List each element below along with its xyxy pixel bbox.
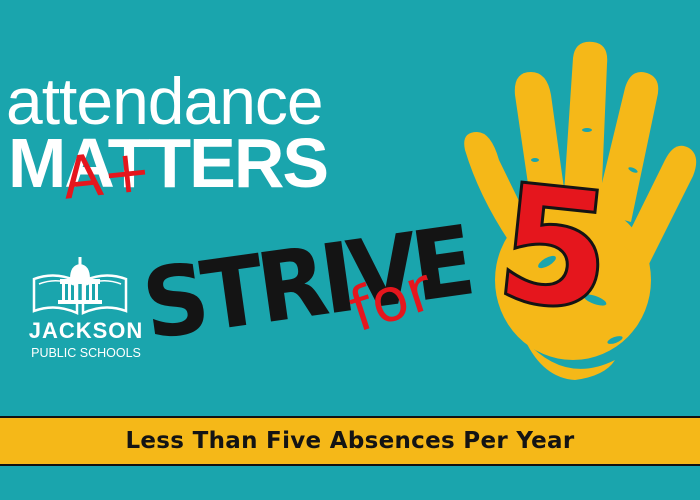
logo-jackson-text: JACKSON [28, 318, 144, 343]
banner-tagline: Less Than Five Absences Per Year [125, 428, 575, 454]
slogan-five: 5 [487, 148, 622, 350]
logo-public-schools-text: PUBLIC SCHOOLS [31, 346, 141, 360]
a-plus-grade-mark: A+ [59, 135, 155, 213]
attendance-poster: attendance MATTERS A+ JACKSON PUBLIC SCH… [0, 0, 700, 500]
headline-matters: MATTERS [8, 124, 329, 202]
bottom-banner: Less Than Five Absences Per Year [0, 416, 700, 466]
jps-building-book-icon [32, 257, 128, 315]
